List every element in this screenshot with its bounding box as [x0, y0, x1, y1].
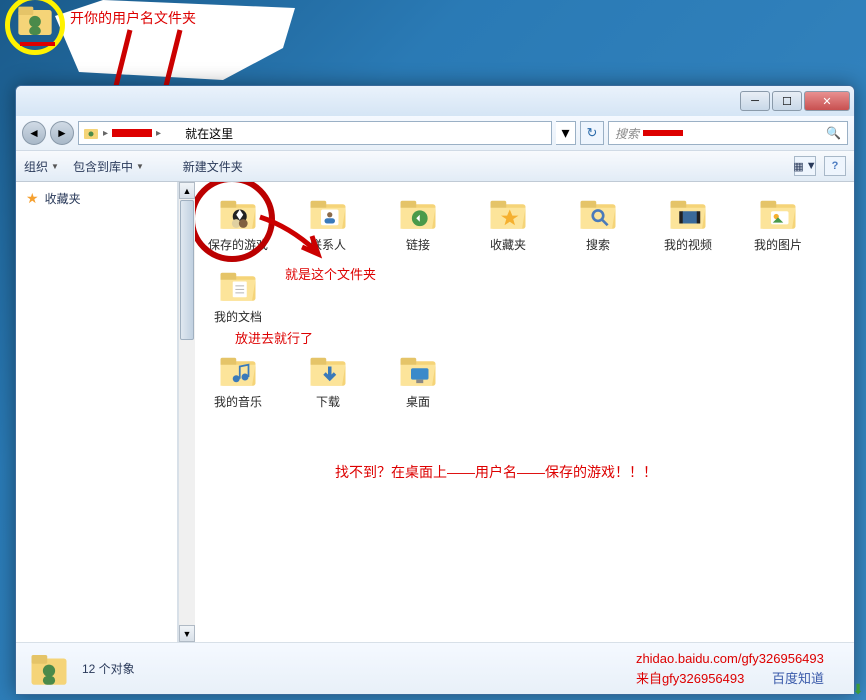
videos-folder-icon [664, 192, 712, 234]
close-button[interactable]: ✕ [804, 91, 850, 111]
user-folder-desktop-icon[interactable] [15, 0, 55, 40]
scroll-down[interactable]: ▼ [179, 625, 195, 642]
folder-label: 联系人 [310, 238, 346, 252]
sidebar: ★ 收藏夹 [16, 182, 178, 642]
folder-label: 我的图片 [754, 238, 802, 252]
pictures-folder-icon [754, 192, 802, 234]
folder-item-search[interactable]: 搜索 [563, 192, 633, 252]
folder-item-music[interactable]: 我的音乐 [203, 349, 273, 409]
sidebar-scrollbar[interactable]: ▲ ▼ [178, 182, 195, 642]
scroll-thumb[interactable] [180, 200, 194, 340]
folder-label: 桌面 [406, 395, 430, 409]
forward-button[interactable]: ► [50, 121, 74, 145]
main-pane: 保存的游戏联系人链接收藏夹搜索我的视频我的图片我的文档我的音乐下载桌面 就是这个… [195, 182, 854, 642]
folder-label: 下载 [316, 395, 340, 409]
documents-folder-icon [214, 264, 262, 306]
search-placeholder: 搜索 [615, 125, 639, 142]
folder-label: 搜索 [586, 238, 610, 252]
status-folder-icon [28, 648, 70, 690]
games-folder-icon [214, 192, 262, 234]
title-bar: ─ ☐ ✕ [16, 86, 854, 116]
search-folder-icon [574, 192, 622, 234]
red-underline [20, 42, 55, 46]
search-box[interactable]: 搜索 🔍 [608, 121, 848, 145]
contacts-folder-icon [304, 192, 352, 234]
address-dropdown[interactable]: ▾ [556, 121, 576, 145]
download-corner-icon: ⬇ [852, 681, 864, 698]
chevron-icon: ▸ [156, 128, 161, 139]
folder-item-documents[interactable]: 我的文档 [203, 264, 273, 324]
star-icon: ★ [26, 190, 39, 207]
folder-label: 收藏夹 [490, 238, 526, 252]
nav-bar: ◄ ► ▸ ▸ 就在这里 ▾ ↻ 搜索 🔍 [16, 116, 854, 150]
status-bar: 12 个对象 zhidao.baidu.com/gfy326956493 来自g… [16, 642, 854, 694]
organize-menu[interactable]: 组织▼ [24, 158, 59, 175]
folder-item-desktop[interactable]: 桌面 [383, 349, 453, 409]
toolbar: 组织▼ 包含到库中▼ ▼ 新建文件夹 ▦▼ ? [16, 150, 854, 182]
status-count: 12 个对象 [82, 660, 135, 677]
address-text: 就在这里 [185, 125, 233, 142]
desktop-region: 开你的用户名文件夹 [0, 0, 866, 80]
folder-grid: 保存的游戏 联系人 链接 收藏夹 搜索 我的视频 我的图片我的文档我的音乐 下载 桌面 [203, 192, 846, 409]
cant-find-text: 找不到？在桌面上——用户名——保存的游戏！！！ [335, 462, 657, 482]
new-folder-button[interactable]: 新建文件夹 [183, 158, 243, 175]
folder-item-games[interactable]: 保存的游戏 [203, 192, 273, 252]
minimize-button[interactable]: ─ [740, 91, 770, 111]
folder-item-favorites[interactable]: 收藏夹 [473, 192, 543, 252]
include-library-menu[interactable]: 包含到库中▼ [73, 158, 144, 175]
search-icon: 🔍 [826, 126, 841, 140]
user-folder-icon [83, 125, 99, 141]
folder-label: 我的音乐 [214, 395, 262, 409]
folder-label: 我的文档 [214, 310, 262, 324]
folder-item-links[interactable]: 链接 [383, 192, 453, 252]
scroll-up[interactable]: ▲ [179, 182, 195, 199]
back-button[interactable]: ◄ [22, 121, 46, 145]
refresh-button[interactable]: ↻ [580, 121, 604, 145]
music-folder-icon [214, 349, 262, 391]
favorites-folder-icon [484, 192, 532, 234]
address-bar[interactable]: ▸ ▸ 就在这里 [78, 121, 552, 145]
footer-attribution: zhidao.baidu.com/gfy326956493 来自gfy32695… [636, 649, 824, 688]
content-area: ★ 收藏夹 ▲ ▼ 保存的游戏联系人链接收藏夹搜索我的视频我的图片我的文档我的音… [16, 182, 854, 642]
help-button[interactable]: ? [824, 156, 846, 176]
maximize-button[interactable]: ☐ [772, 91, 802, 111]
footer-from: 来自gfy326956493 [636, 671, 744, 686]
folder-item-contacts[interactable]: 联系人 [293, 192, 363, 252]
sidebar-favorites-label: 收藏夹 [45, 190, 81, 207]
top-annotation-text: 开你的用户名文件夹 [70, 8, 196, 28]
folder-label: 我的视频 [664, 238, 712, 252]
folder-label: 链接 [406, 238, 430, 252]
folder-item-downloads[interactable]: 下载 [293, 349, 363, 409]
folder-item-videos[interactable]: 我的视频 [653, 192, 723, 252]
chevron-icon: ▸ [103, 128, 108, 139]
redacted-search [643, 130, 683, 136]
view-options-button[interactable]: ▦▼ [794, 156, 816, 176]
folder-label: 保存的游戏 [208, 238, 268, 252]
footer-url: zhidao.baidu.com/gfy326956493 [636, 649, 824, 669]
sidebar-favorites[interactable]: ★ 收藏夹 [16, 186, 177, 211]
folder-item-pictures[interactable]: 我的图片 [743, 192, 813, 252]
downloads-folder-icon [304, 349, 352, 391]
redacted-username [112, 129, 152, 137]
links-folder-icon [394, 192, 442, 234]
footer-site: 百度知道 [772, 671, 824, 686]
desktop-folder-icon [394, 349, 442, 391]
explorer-window: ─ ☐ ✕ ◄ ► ▸ ▸ 就在这里 ▾ ↻ 搜索 🔍 组织▼ 包含到库中▼ ▼… [15, 85, 855, 695]
